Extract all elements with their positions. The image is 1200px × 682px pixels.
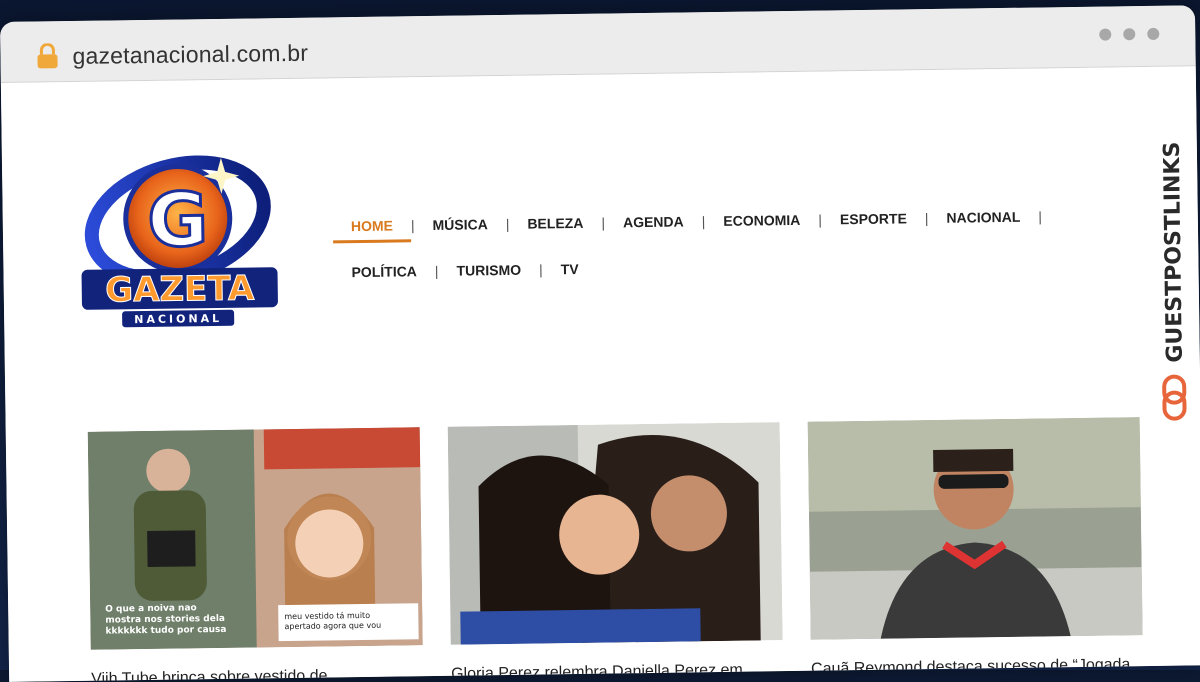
article-title[interactable]: Viih Tube brinca sobre vestido de bbox=[91, 664, 423, 681]
link-icon bbox=[1162, 374, 1187, 421]
nav-item-agenda[interactable]: AGENDA bbox=[605, 213, 702, 230]
lock-icon bbox=[37, 43, 58, 69]
window-dot[interactable] bbox=[1099, 28, 1112, 41]
nav-separator: | bbox=[1038, 208, 1043, 225]
nav-row-2: POLÍTICA | TURISMO | TV bbox=[333, 242, 1053, 292]
article-card[interactable]: O que a noiva nao mostra nos stories del… bbox=[87, 427, 424, 682]
nav-item-musica[interactable]: MÚSICA bbox=[414, 216, 505, 233]
guestpostlinks-badge: GUESTPOSTLINKS bbox=[1160, 141, 1188, 421]
logo-sub: NACIONAL bbox=[134, 312, 222, 326]
window-dot[interactable] bbox=[1123, 28, 1136, 41]
article-grid: O que a noiva nao mostra nos stories del… bbox=[87, 417, 1144, 682]
article-thumbnail[interactable]: O que a noiva nao mostra nos stories del… bbox=[87, 427, 423, 650]
nav-item-turismo[interactable]: TURISMO bbox=[438, 261, 539, 279]
thumbnail-caption-text: meu vestido tá muito apertado agora que … bbox=[284, 611, 381, 631]
gazeta-nacional-logo[interactable]: G GAZETA NACIONAL bbox=[72, 149, 284, 332]
nav-item-beleza[interactable]: BELEZA bbox=[509, 215, 601, 232]
article-title[interactable]: Gloria Perez relembra Daniella Perez em bbox=[451, 659, 783, 682]
window-controls bbox=[1099, 27, 1160, 41]
nav-item-economia[interactable]: ECONOMIA bbox=[705, 212, 818, 230]
main-navigation: HOME | MÚSICA | BELEZA | AGENDA | ECONOMIA | … bbox=[333, 196, 1054, 292]
nav-row-1: HOME | MÚSICA | BELEZA | AGENDA | ECONOMIA | … bbox=[333, 196, 1053, 246]
nav-item-nacional[interactable]: NACIONAL bbox=[928, 209, 1038, 227]
window-dot[interactable] bbox=[1147, 27, 1160, 40]
article-thumbnail[interactable] bbox=[447, 422, 783, 645]
side-brand-text: GUESTPOSTLINKS bbox=[1160, 141, 1188, 362]
logo-name: GAZETA bbox=[105, 268, 255, 310]
article-card[interactable]: Gloria Perez relembra Daniella Perez em bbox=[447, 422, 784, 682]
nav-item-politica[interactable]: POLÍTICA bbox=[333, 263, 435, 280]
logo-letter: G bbox=[147, 177, 209, 264]
address-bar-url[interactable]: gazetanacional.com.br bbox=[72, 40, 308, 70]
web-page: G GAZETA NACIONAL HOME | MÚSICA | BELEZA | … bbox=[0, 66, 1200, 682]
article-thumbnail[interactable] bbox=[807, 417, 1143, 640]
browser-window: gazetanacional.com.br G GAZETA NACIONAL … bbox=[0, 5, 1200, 682]
nav-item-home[interactable]: HOME bbox=[333, 217, 411, 235]
nav-item-esporte[interactable]: ESPORTE bbox=[822, 210, 925, 227]
nav-item-tv[interactable]: TV bbox=[543, 261, 597, 278]
article-card[interactable]: Cauã Reymond destaca sucesso de “Jogada … bbox=[807, 417, 1144, 682]
